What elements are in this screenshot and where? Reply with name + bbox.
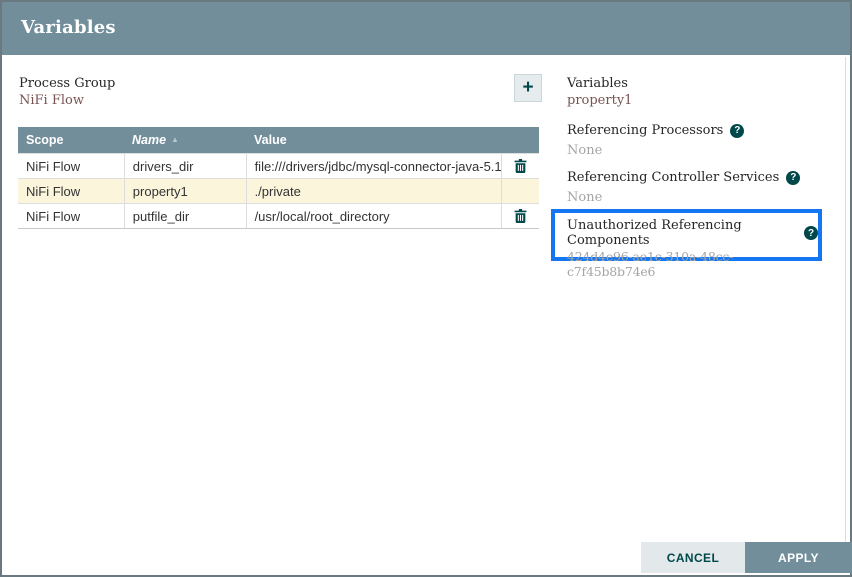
question-mark-icon[interactable]: ? [730,124,744,138]
process-group-label: Process Group [19,76,115,91]
dialog-header: Variables [2,2,850,55]
referencing-processors-value: None [567,143,602,158]
cell-value: /usr/local/root_directory [246,204,502,228]
trash-icon [514,209,527,223]
variables-table: Scope Name ▲ Value NiFi Flow drivers_dir… [18,127,539,229]
cell-scope: NiFi Flow [18,184,124,199]
cell-scope: NiFi Flow [18,209,124,224]
cancel-button[interactable]: CANCEL [641,542,745,573]
cell-name: putfile_dir [124,204,246,228]
table-header-row: Scope Name ▲ Value [18,127,539,153]
plus-icon: + [522,78,533,97]
delete-variable-button[interactable] [514,159,527,173]
column-header-scope[interactable]: Scope [18,133,124,147]
unauthorized-components-section: Unauthorized Referencing Components ? [567,218,818,248]
trash-icon [514,159,527,173]
referencing-controller-services-section: Referencing Controller Services ? [567,170,800,185]
delete-variable-button[interactable] [514,209,527,223]
referencing-processors-label: Referencing Processors [567,123,723,138]
referencing-controller-services-value: None [567,190,602,205]
question-mark-icon[interactable]: ? [804,226,818,240]
side-panel-variables-label: Variables [567,76,628,91]
cell-scope: NiFi Flow [18,159,124,174]
dialog-title: Variables [21,17,116,38]
referencing-controller-services-label: Referencing Controller Services [567,170,779,185]
apply-button[interactable]: APPLY [745,542,852,573]
sort-asc-icon: ▲ [171,136,179,144]
selected-variable-name: property1 [567,93,632,108]
table-row[interactable]: NiFi Flow property1 ./private [18,178,539,203]
table-row[interactable]: NiFi Flow putfile_dir /usr/local/root_di… [18,203,539,228]
process-group-value: NiFi Flow [19,93,84,108]
cell-value: file:///drivers/jdbc/mysql-connector-jav… [246,154,502,178]
column-header-value[interactable]: Value [246,133,502,147]
column-header-name[interactable]: Name ▲ [124,133,246,147]
question-mark-icon[interactable]: ? [786,171,800,185]
referencing-processors-section: Referencing Processors ? [567,123,744,138]
variables-dialog: Variables Process Group NiFi Flow + Scop… [0,0,852,577]
unauthorized-components-label: Unauthorized Referencing Components [567,218,797,248]
unauthorized-components-highlight: Unauthorized Referencing Components ? 42… [551,209,822,261]
cell-name: property1 [124,179,246,203]
cell-value: ./private [246,179,502,203]
table-row[interactable]: NiFi Flow drivers_dir file:///drivers/jd… [18,153,539,178]
cell-actions-empty [501,179,539,203]
side-panel-divider [845,57,846,545]
add-variable-button[interactable]: + [514,74,542,102]
unauthorized-component-id: 424d4e96-ae1c-310a-48cc-c7f45b8b74e6 [567,249,818,279]
cell-name: drivers_dir [124,154,246,178]
